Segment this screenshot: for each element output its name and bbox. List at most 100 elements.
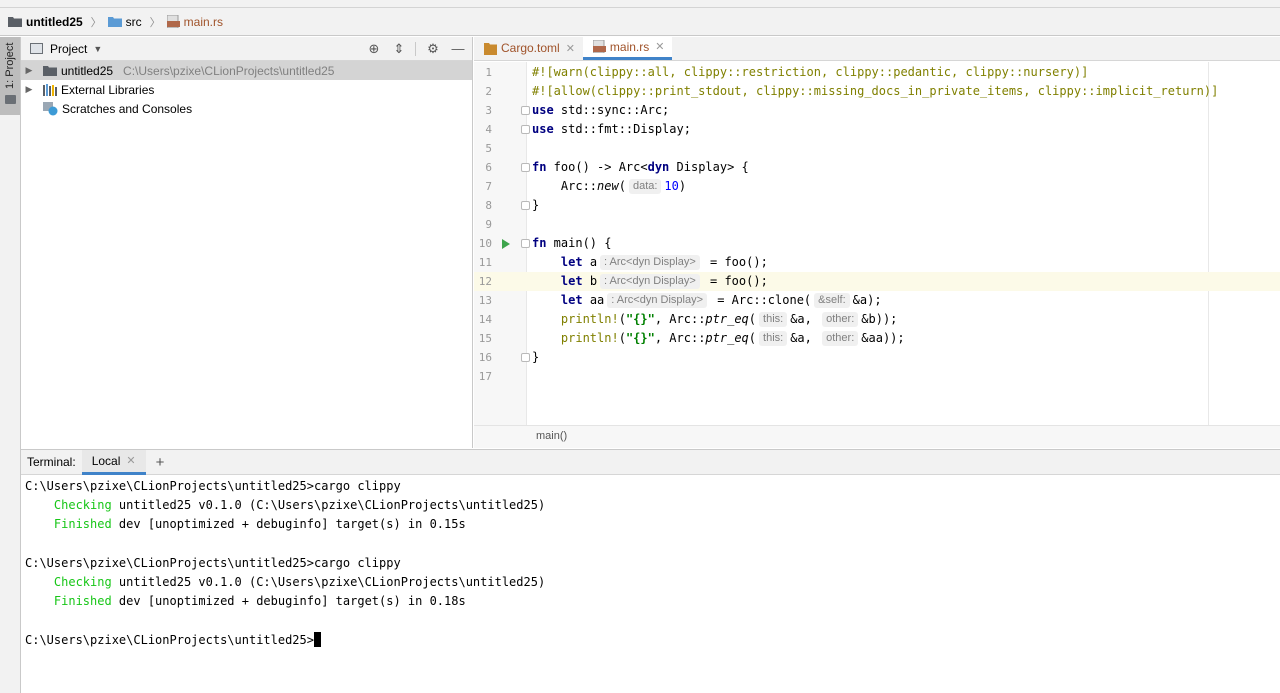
tab-label: main.rs — [609, 39, 650, 54]
code-text: a — [582, 255, 598, 269]
fold-icon[interactable] — [521, 163, 530, 172]
terminal-line: Finished dev [unoptimized + debuginfo] t… — [25, 592, 545, 611]
tree-item-label: External Libraries — [61, 82, 155, 97]
breadcrumb-src[interactable]: src — [107, 15, 142, 29]
collapse-all-icon[interactable]: ⇕ — [391, 41, 407, 57]
terminal-tab-local[interactable]: Local ✕ — [81, 449, 146, 475]
code-text: #![warn(clippy::all, clippy::restriction… — [532, 65, 1089, 79]
chevron-right-icon[interactable]: ▶ — [21, 84, 37, 95]
code-text: ( — [748, 312, 757, 326]
code-line: 4 use std::fmt::Display; — [474, 120, 1280, 139]
code-line: 13 let aa: Arc<dyn Display> = Arc::clone… — [474, 291, 1280, 310]
code-line: 8 } — [474, 196, 1280, 215]
macro-name: println! — [560, 331, 619, 345]
chevron-right-icon[interactable]: ▶ — [21, 65, 37, 76]
code-line: 9 — [474, 215, 1280, 234]
chevron-right-icon: 〉 — [149, 16, 161, 29]
parameter-hint: data: — [628, 179, 662, 194]
line-number: 13 — [478, 294, 492, 307]
parameter-hint: &self: — [814, 293, 850, 308]
terminal-text: untitled25 v0.1.0 (C:\Users\pzixe\CLionP… — [111, 498, 546, 513]
target-icon[interactable]: ⊕ — [366, 41, 382, 57]
code-text: b — [582, 274, 598, 288]
folder-icon — [43, 66, 57, 76]
line-number: 4 — [485, 123, 492, 136]
tree-item-path: C:\Users\pzixe\CLionProjects\untitled25 — [123, 63, 335, 78]
new-terminal-button[interactable]: + — [156, 454, 165, 471]
project-view-selector[interactable]: Project — [50, 42, 87, 56]
terminal-line: Checking untitled25 v0.1.0 (C:\Users\pzi… — [25, 573, 545, 592]
editor-breadcrumb[interactable]: main() — [536, 430, 567, 442]
run-icon[interactable] — [502, 239, 510, 249]
code-text: } — [532, 198, 540, 212]
line-number: 14 — [478, 313, 492, 326]
breadcrumb-file[interactable]: main.rs — [166, 15, 223, 29]
chevron-down-icon[interactable]: ▼ — [93, 44, 102, 54]
terminal-text: untitled25 v0.1.0 (C:\Users\pzixe\CLionP… — [111, 574, 546, 589]
minimize-icon[interactable]: — — [450, 41, 466, 57]
code-text: std::fmt::Display; — [553, 122, 691, 136]
string-literal: "{}" — [625, 331, 655, 345]
keyword: use — [532, 103, 554, 117]
fold-icon[interactable] — [521, 353, 530, 362]
editor-breadcrumb-bar: main() — [474, 425, 1280, 448]
terminal-prompt: C:\Users\pzixe\CLionProjects\untitled25> — [25, 632, 314, 647]
project-tool-tab-label: 1: Project — [4, 42, 16, 89]
close-icon[interactable]: ✕ — [566, 42, 575, 55]
parameter-hint: other: — [822, 331, 859, 346]
tree-item-label: untitled25 — [61, 63, 114, 78]
tree-item-external-libraries[interactable]: ▶ External Libraries — [21, 80, 472, 99]
code-line: 6 fn foo() -> Arc<dyn Display> { — [474, 158, 1280, 177]
tab-main-rs[interactable]: main.rs ✕ — [582, 36, 673, 60]
fold-icon[interactable] — [521, 239, 530, 248]
code-text: &a, — [790, 331, 812, 345]
folder-icon — [8, 17, 22, 27]
close-icon[interactable]: ✕ — [126, 454, 135, 467]
code-line: 5 — [474, 139, 1280, 158]
line-number: 7 — [485, 180, 492, 193]
keyword: let — [560, 274, 583, 288]
tab-label: Cargo.toml — [501, 41, 560, 55]
breadcrumb-project[interactable]: untitled25 — [8, 15, 83, 29]
code-line: 7 Arc::new(data: 10) — [474, 177, 1280, 196]
fold-icon[interactable] — [521, 125, 530, 134]
parameter-hint: other: — [822, 312, 859, 327]
line-number: 3 — [485, 104, 492, 117]
terminal-header: Terminal: Local ✕ + — [21, 449, 1280, 475]
keyword: fn — [532, 236, 547, 250]
code-text: Display> { — [669, 160, 749, 174]
code-editor[interactable]: 1 #![warn(clippy::all, clippy::restricti… — [474, 62, 1280, 425]
project-tool-tab[interactable]: 1: Project — [0, 37, 20, 115]
keyword: let — [560, 293, 583, 307]
line-number: 2 — [485, 85, 492, 98]
type-hint: : Arc<dyn Display> — [600, 274, 700, 289]
line-number: 9 — [485, 218, 492, 231]
fold-icon[interactable] — [521, 106, 530, 115]
macro-name: println! — [560, 312, 619, 326]
line-number: 11 — [478, 256, 492, 269]
project-panel: Project ▼ ⊕ ⇕ ⚙ — ▶ untitled25 C:\Users\… — [21, 37, 473, 448]
code-text: foo() -> Arc< — [546, 160, 648, 174]
code-text: ) — [678, 179, 687, 193]
code-text: ( — [748, 331, 757, 345]
terminal-line: Checking untitled25 v0.1.0 (C:\Users\pzi… — [25, 496, 545, 515]
code-text: Arc:: — [532, 179, 598, 193]
breadcrumb-label: untitled25 — [26, 14, 83, 29]
project-panel-header: Project ▼ ⊕ ⇕ ⚙ — — [21, 37, 472, 61]
tab-cargo-toml[interactable]: Cargo.toml ✕ — [474, 36, 583, 60]
gear-icon[interactable]: ⚙ — [425, 41, 441, 57]
tree-item-scratches[interactable]: Scratches and Consoles — [21, 99, 472, 118]
close-icon[interactable]: ✕ — [655, 40, 664, 53]
window-top-strip — [0, 0, 1280, 8]
code-line: 11 let a: Arc<dyn Display> = foo(); — [474, 253, 1280, 272]
tree-item-untitled25[interactable]: ▶ untitled25 C:\Users\pzixe\CLionProject… — [21, 61, 472, 80]
function-name: ptr_eq — [705, 312, 749, 326]
terminal-output[interactable]: C:\Users\pzixe\CLionProjects\untitled25>… — [25, 477, 545, 650]
terminal-line: C:\Users\pzixe\CLionProjects\untitled25>… — [25, 479, 401, 493]
fold-icon[interactable] — [521, 201, 530, 210]
terminal-prompt-line[interactable]: C:\Users\pzixe\CLionProjects\untitled25> — [25, 631, 545, 650]
keyword: fn — [532, 160, 547, 174]
code-text: &a); — [852, 293, 882, 307]
terminal-title: Terminal: — [27, 455, 76, 469]
status-word: Checking — [25, 574, 112, 589]
